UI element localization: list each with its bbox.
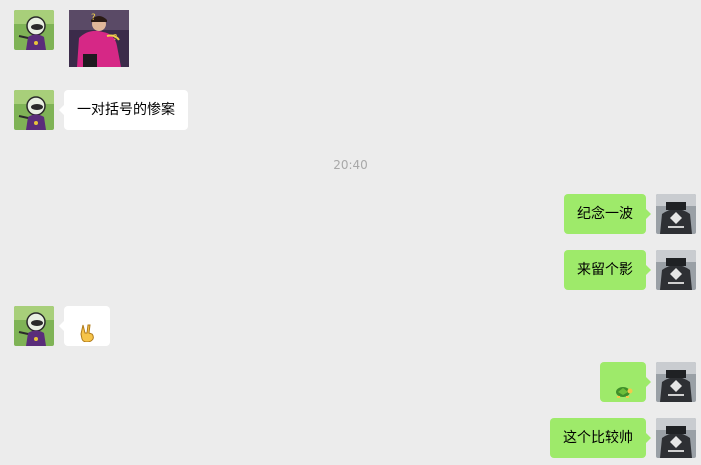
- message-text: 一对括号的惨案: [77, 102, 175, 118]
- message-text: 这个比较帅: [563, 430, 633, 446]
- chat-window: ? ? 一对括号的惨案 20:40 纪念一波 来留个影 这个比较帅: [0, 0, 701, 465]
- self-avatar[interactable]: [656, 194, 696, 234]
- message-bubble[interactable]: 纪念一波: [564, 194, 651, 234]
- self-avatar[interactable]: [656, 250, 696, 290]
- victory-hand-icon: [79, 318, 96, 358]
- contact-avatar[interactable]: [14, 306, 54, 346]
- photo-image[interactable]: ? ?: [69, 10, 129, 67]
- turtle-icon: [614, 375, 633, 415]
- contact-avatar[interactable]: [14, 90, 54, 130]
- message-text: 纪念一波: [577, 206, 633, 222]
- svg-text:?: ?: [113, 33, 117, 42]
- message-bubble[interactable]: 这个比较帅: [550, 418, 651, 458]
- self-avatar[interactable]: [656, 418, 696, 458]
- message-bubble[interactable]: 来留个影: [564, 250, 651, 290]
- self-avatar[interactable]: [656, 362, 696, 402]
- timestamp: 20:40: [333, 158, 368, 172]
- message-bubble[interactable]: [600, 362, 651, 402]
- message-text: 来留个影: [577, 262, 633, 278]
- contact-avatar[interactable]: [14, 10, 54, 50]
- message-bubble[interactable]: 一对括号的惨案: [59, 90, 188, 130]
- message-bubble[interactable]: [59, 306, 110, 346]
- svg-text:?: ?: [91, 13, 96, 23]
